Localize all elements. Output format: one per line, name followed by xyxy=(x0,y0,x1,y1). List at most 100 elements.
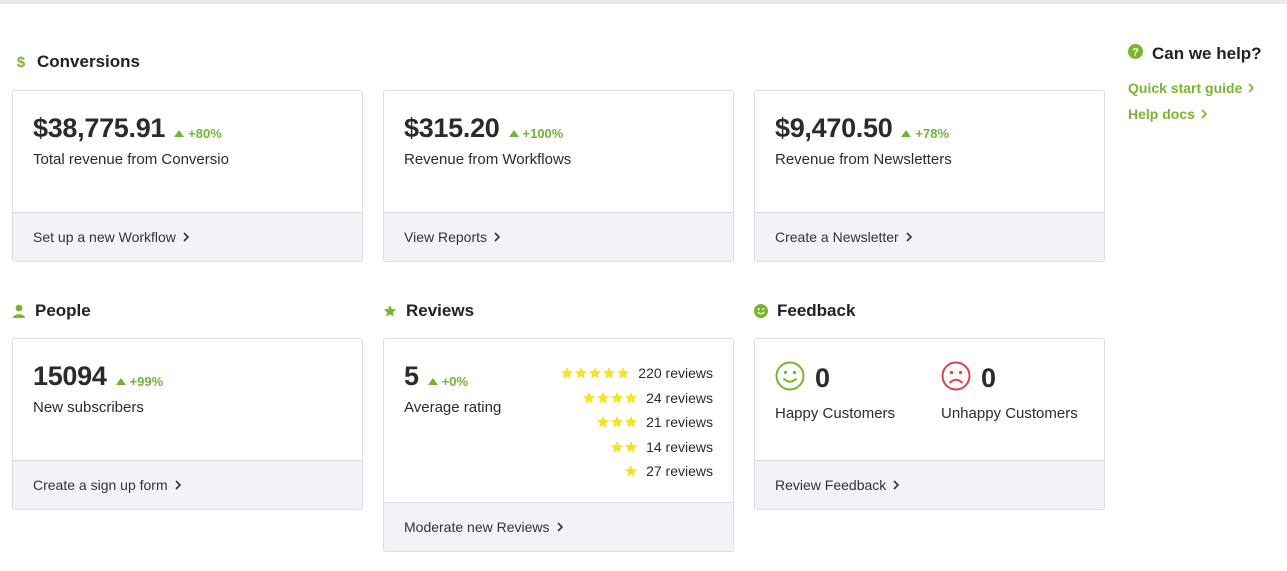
conversio-revenue-card: $38,775.91 +80% Total revenue from Conve… xyxy=(12,90,363,262)
review-breakdown-row: 14 reviews xyxy=(560,435,713,460)
chevron-right-icon xyxy=(905,232,913,242)
star-icon xyxy=(610,416,624,428)
happy-face-icon xyxy=(775,361,805,396)
delta-badge: +100% xyxy=(508,126,563,141)
star-icon xyxy=(624,465,638,477)
view-reports-link[interactable]: View Reports xyxy=(384,212,733,261)
metric-row: 15094 +99% xyxy=(33,361,163,392)
svg-text:$: $ xyxy=(17,54,26,70)
unhappy-label: Unhappy Customers xyxy=(941,405,1078,422)
chevron-right-icon xyxy=(1248,83,1255,93)
chevron-right-icon xyxy=(182,232,190,242)
star-icon xyxy=(603,367,616,379)
star-icon xyxy=(383,304,397,318)
delta-badge: +80% xyxy=(174,126,222,141)
metric-value: $9,470.50 xyxy=(775,113,893,143)
reviews-heading: Reviews xyxy=(383,301,474,321)
unhappy-count: 0 xyxy=(981,363,997,393)
up-arrow-icon xyxy=(508,130,519,137)
metric-value: 5 xyxy=(404,361,419,391)
review-count: 14 reviews xyxy=(646,438,713,455)
star-icon xyxy=(596,416,610,428)
person-icon xyxy=(12,304,26,318)
conversions-title: Conversions xyxy=(37,52,140,71)
subscribers-card: 15094 +99% New subscribers Create a sign… xyxy=(12,338,363,510)
conversions-heading: $ Conversions xyxy=(14,52,140,72)
up-arrow-icon xyxy=(901,130,912,137)
star-icon xyxy=(589,367,602,379)
happy-label: Happy Customers xyxy=(775,405,896,422)
chevron-right-icon xyxy=(556,522,564,532)
chevron-right-icon xyxy=(174,480,182,490)
chevron-right-icon xyxy=(493,232,501,242)
star-rating xyxy=(610,440,638,454)
metric-label: Total revenue from Conversio xyxy=(33,151,229,168)
rating-breakdown: 220 reviews 24 reviews 21 reviews 14 review… xyxy=(560,361,713,484)
chevron-right-icon xyxy=(892,480,900,490)
metric-value: 15094 xyxy=(33,361,107,391)
workflow-revenue-card: $315.20 +100% Revenue from Workflows Vie… xyxy=(383,90,734,262)
review-count: 27 reviews xyxy=(646,463,713,480)
star-icon xyxy=(624,391,638,404)
up-arrow-icon xyxy=(115,378,126,385)
review-breakdown-row: 21 reviews xyxy=(560,410,713,435)
metric-value: $315.20 xyxy=(404,113,500,143)
review-count: 21 reviews xyxy=(646,414,713,431)
star-icon xyxy=(624,416,638,428)
up-arrow-icon xyxy=(427,378,438,385)
happy-count: 0 xyxy=(815,363,831,393)
delta-badge: +99% xyxy=(115,374,163,389)
metric-value: $38,775.91 xyxy=(33,113,166,143)
review-feedback-link[interactable]: Review Feedback xyxy=(755,460,1104,509)
metric-label: New subscribers xyxy=(33,399,144,416)
setup-workflow-link[interactable]: Set up a new Workflow xyxy=(13,212,362,261)
review-breakdown-row: 27 reviews xyxy=(560,459,713,484)
star-rating xyxy=(596,415,638,429)
create-signup-form-link[interactable]: Create a sign up form xyxy=(13,460,362,509)
unhappy-customers-block: 0 Unhappy Customers xyxy=(941,361,1078,422)
dollar-icon: $ xyxy=(14,54,28,70)
question-circle-icon: ? xyxy=(1128,44,1143,64)
star-rating xyxy=(560,366,630,380)
people-heading: People xyxy=(12,301,91,321)
help-panel: ? Can we help? Quick start guide Help do… xyxy=(1128,44,1262,122)
reviews-card: 5 +0% Average rating 220 reviews 24 revie… xyxy=(383,338,734,552)
newsletter-revenue-card: $9,470.50 +78% Revenue from Newsletters … xyxy=(754,90,1105,262)
help-docs-link[interactable]: Help docs xyxy=(1128,106,1262,122)
feedback-heading: Feedback xyxy=(754,301,855,321)
create-newsletter-link[interactable]: Create a Newsletter xyxy=(755,212,1104,261)
smiley-icon xyxy=(754,304,768,318)
metric-label: Revenue from Workflows xyxy=(404,151,572,168)
feedback-card: 0 Happy Customers 0 Unhappy Customers Re… xyxy=(754,338,1105,510)
sad-face-icon xyxy=(941,361,971,396)
help-heading: ? Can we help? xyxy=(1128,44,1262,64)
star-icon xyxy=(624,440,638,453)
svg-text:?: ? xyxy=(1132,47,1139,59)
star-icon xyxy=(596,391,610,404)
star-rating xyxy=(582,391,638,405)
delta-badge: +78% xyxy=(901,126,949,141)
review-count: 24 reviews xyxy=(646,389,713,406)
review-breakdown-row: 24 reviews xyxy=(560,386,713,411)
star-icon xyxy=(582,391,596,404)
star-icon xyxy=(617,367,630,379)
happy-customers-block: 0 Happy Customers xyxy=(775,361,895,422)
review-count: 220 reviews xyxy=(638,365,713,382)
star-rating xyxy=(624,464,638,478)
moderate-reviews-link[interactable]: Moderate new Reviews xyxy=(384,502,733,551)
star-icon xyxy=(561,367,574,379)
metric-row: $38,775.91 +80% xyxy=(33,113,222,144)
metric-label: Revenue from Newsletters xyxy=(775,151,952,168)
chevron-right-icon xyxy=(1201,109,1208,119)
metric-row: 5 +0% xyxy=(404,361,468,392)
star-icon xyxy=(610,440,624,453)
delta-badge: +0% xyxy=(427,374,468,389)
up-arrow-icon xyxy=(174,130,185,137)
review-breakdown-row: 220 reviews xyxy=(560,361,713,386)
star-icon xyxy=(575,367,588,379)
metric-row: $9,470.50 +78% xyxy=(775,113,949,144)
metric-row: $315.20 +100% xyxy=(404,113,563,144)
quick-start-guide-link[interactable]: Quick start guide xyxy=(1128,80,1262,96)
star-icon xyxy=(610,391,624,404)
metric-label: Average rating xyxy=(404,399,502,416)
